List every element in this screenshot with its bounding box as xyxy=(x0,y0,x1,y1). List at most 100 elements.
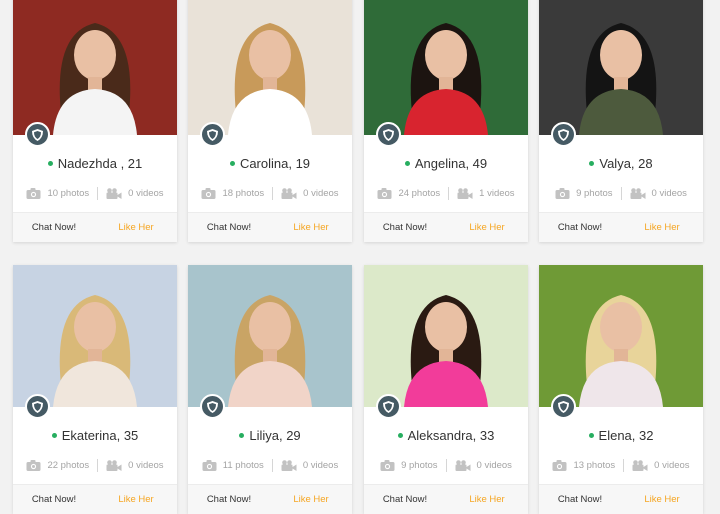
chat-now-button[interactable]: Chat Now! xyxy=(13,494,95,505)
photo-count: 18 photos xyxy=(222,187,265,199)
video-camera-icon xyxy=(455,459,471,471)
online-status-icon xyxy=(51,433,57,439)
online-status-icon xyxy=(404,161,410,167)
camera-icon xyxy=(26,187,41,199)
like-her-button[interactable]: Like Her xyxy=(270,222,352,233)
card-actions: Chat Now! Like Her xyxy=(539,484,703,514)
verified-badge xyxy=(200,122,225,147)
chat-now-button[interactable]: Chat Now! xyxy=(13,222,95,233)
profile-photo[interactable] xyxy=(13,0,177,135)
photo-count: 10 photos xyxy=(47,187,90,199)
video-count: 1 videos xyxy=(479,187,515,199)
profile-card[interactable]: Carolina, 19 18 photos 0 videos Chat Now… xyxy=(188,0,352,242)
like-her-button[interactable]: Like Her xyxy=(270,494,352,505)
like-her-button[interactable]: Like Her xyxy=(446,222,528,233)
media-stats: 22 photos 0 videos xyxy=(13,457,177,473)
verified-badge xyxy=(200,394,225,419)
media-stats: 11 photos 0 videos xyxy=(188,457,352,473)
video-count: 0 videos xyxy=(651,187,687,199)
profile-photo[interactable] xyxy=(364,265,528,407)
card-actions: Chat Now! Like Her xyxy=(188,212,352,242)
like-her-button[interactable]: Like Her xyxy=(95,494,177,505)
chat-now-button[interactable]: Chat Now! xyxy=(188,222,270,233)
photo-count: 24 photos xyxy=(398,187,441,199)
profile-name-row[interactable]: Nadezhda , 21 xyxy=(13,156,177,171)
profile-photo[interactable] xyxy=(539,0,703,135)
verified-badge xyxy=(376,122,401,147)
media-stats: 9 photos 0 videos xyxy=(364,457,528,473)
video-camera-icon xyxy=(632,459,648,471)
like-her-button[interactable]: Like Her xyxy=(621,222,703,233)
profile-name-row[interactable]: Carolina, 19 xyxy=(188,156,352,171)
profile-photo[interactable] xyxy=(364,0,528,135)
profile-name-row[interactable]: Liliya, 29 xyxy=(188,428,352,443)
like-her-button[interactable]: Like Her xyxy=(621,494,703,505)
camera-icon xyxy=(202,459,217,471)
chat-now-button[interactable]: Chat Now! xyxy=(539,222,621,233)
media-stats: 18 photos 0 videos xyxy=(188,185,352,201)
shield-icon xyxy=(207,128,218,141)
verified-badge xyxy=(551,122,576,147)
chat-now-button[interactable]: Chat Now! xyxy=(364,222,446,233)
divider xyxy=(97,458,99,472)
online-status-icon xyxy=(229,161,235,167)
verified-badge xyxy=(376,394,401,419)
profile-photo[interactable] xyxy=(188,265,352,407)
shield-icon xyxy=(383,400,394,413)
profile-name: Nadezhda , 21 xyxy=(57,156,143,171)
camera-icon xyxy=(555,187,570,199)
divider xyxy=(448,186,450,200)
video-count: 0 videos xyxy=(654,459,690,471)
shield-icon xyxy=(207,400,218,413)
media-stats: 24 photos 1 videos xyxy=(364,185,528,201)
profile-name-row[interactable]: Valya, 28 xyxy=(539,156,703,171)
chat-now-button[interactable]: Chat Now! xyxy=(188,494,270,505)
photo-count: 11 photos xyxy=(222,459,264,471)
photo-count: 13 photos xyxy=(573,459,616,471)
profile-card[interactable]: Nadezhda , 21 10 photos 0 videos Chat No… xyxy=(13,0,177,242)
divider xyxy=(620,186,622,200)
video-camera-icon xyxy=(630,187,646,199)
video-camera-icon xyxy=(281,459,297,471)
profile-card[interactable]: Liliya, 29 11 photos 0 videos Chat Now! … xyxy=(188,265,352,514)
profile-card[interactable]: Aleksandra, 33 9 photos 0 videos Chat No… xyxy=(364,265,528,514)
profile-card[interactable]: Elena, 32 13 photos 0 videos Chat Now! L… xyxy=(539,265,703,514)
divider xyxy=(97,186,99,200)
card-actions: Chat Now! Like Her xyxy=(13,212,177,242)
camera-icon xyxy=(380,459,395,471)
shield-icon xyxy=(558,128,569,141)
profile-photo[interactable] xyxy=(13,265,177,407)
photo-count: 9 photos xyxy=(576,187,613,199)
shield-icon xyxy=(32,128,43,141)
like-her-button[interactable]: Like Her xyxy=(95,222,177,233)
profile-name-row[interactable]: Aleksandra, 33 xyxy=(364,428,528,443)
photo-count: 22 photos xyxy=(47,459,90,471)
chat-now-button[interactable]: Chat Now! xyxy=(539,494,621,505)
video-count: 0 videos xyxy=(303,187,339,199)
divider xyxy=(271,458,273,472)
profile-card[interactable]: Angelina, 49 24 photos 1 videos Chat Now… xyxy=(364,0,528,242)
online-status-icon xyxy=(397,433,403,439)
profile-name-row[interactable]: Elena, 32 xyxy=(539,428,703,443)
profile-name-row[interactable]: Ekaterina, 35 xyxy=(13,428,177,443)
media-stats: 13 photos 0 videos xyxy=(539,457,703,473)
like-her-button[interactable]: Like Her xyxy=(446,494,528,505)
verified-badge xyxy=(25,122,50,147)
video-camera-icon xyxy=(106,459,122,471)
divider xyxy=(272,186,274,200)
profile-photo[interactable] xyxy=(539,265,703,407)
card-actions: Chat Now! Like Her xyxy=(188,484,352,514)
profile-card[interactable]: Ekaterina, 35 22 photos 0 videos Chat No… xyxy=(13,265,177,514)
profile-card[interactable]: Valya, 28 9 photos 0 videos Chat Now! Li… xyxy=(539,0,703,242)
camera-icon xyxy=(26,459,41,471)
camera-icon xyxy=(377,187,392,199)
profile-photo[interactable] xyxy=(188,0,352,135)
camera-icon xyxy=(201,187,216,199)
shield-icon xyxy=(383,128,394,141)
video-camera-icon xyxy=(457,187,473,199)
card-actions: Chat Now! Like Her xyxy=(13,484,177,514)
chat-now-button[interactable]: Chat Now! xyxy=(364,494,446,505)
profile-name-row[interactable]: Angelina, 49 xyxy=(364,156,528,171)
online-status-icon xyxy=(239,433,245,439)
video-count: 0 videos xyxy=(476,459,512,471)
